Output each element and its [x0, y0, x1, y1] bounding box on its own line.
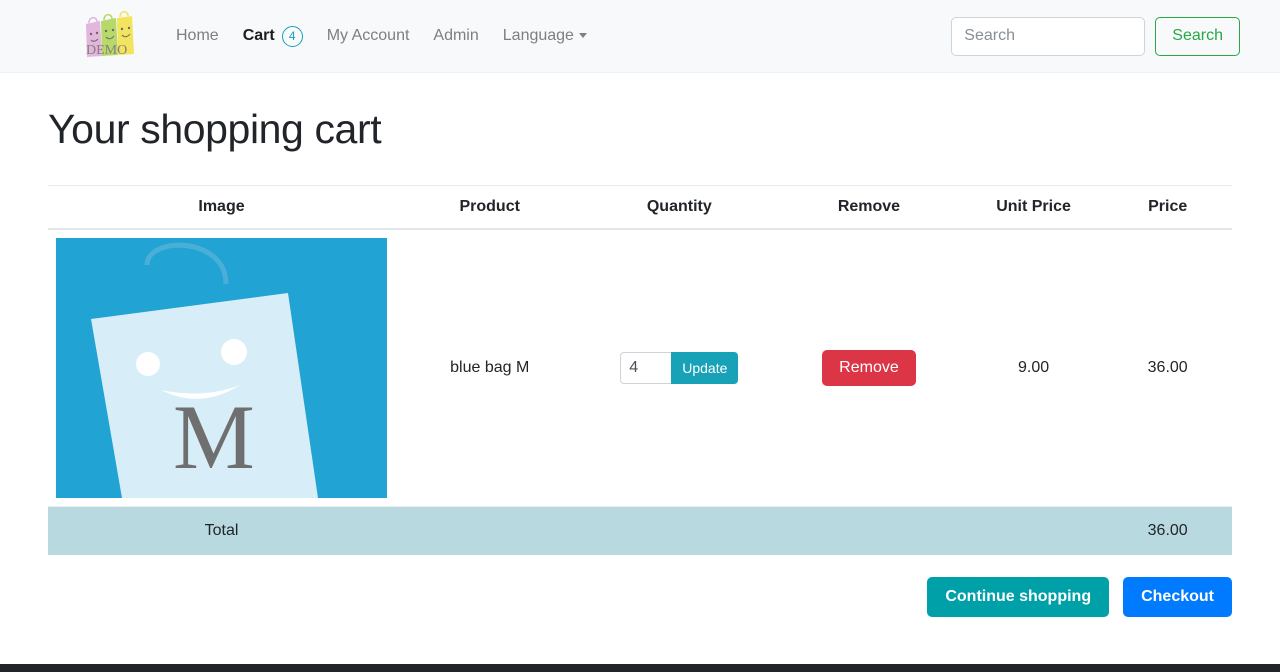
main-container: Your shopping cart Image Product Quantit… [0, 106, 1280, 617]
cart-item-quantity-cell: Update [584, 229, 774, 507]
cart-total-value: 36.00 [1103, 507, 1232, 556]
cart-item-remove-cell: Remove [774, 229, 964, 507]
brand-logo[interactable]: DEMO [82, 10, 138, 62]
blue-shopping-bag-product-image[interactable]: M [56, 238, 387, 498]
cart-item-row: M blue bag M Update Remove 9.00 36.00 [48, 229, 1232, 507]
search-input[interactable] [951, 17, 1145, 56]
cart-item-price: 36.00 [1103, 229, 1232, 507]
cart-total-spacer-unit [964, 507, 1104, 556]
cart-count-badge: 4 [282, 26, 303, 47]
cart-table: Image Product Quantity Remove Unit Price… [48, 185, 1232, 555]
cart-total-row: Total 36.00 [48, 507, 1232, 556]
nav-link-language[interactable]: Language [491, 19, 599, 53]
quantity-input[interactable] [620, 352, 671, 384]
footer-bar [0, 664, 1280, 672]
column-header-remove: Remove [774, 186, 964, 230]
cart-item-image-cell: M [48, 229, 395, 507]
navbar-search-form: Search [951, 17, 1240, 56]
column-header-unit-price: Unit Price [964, 186, 1104, 230]
nav-link-cart[interactable]: Cart 4 [231, 18, 315, 55]
cart-table-header-row: Image Product Quantity Remove Unit Price… [48, 186, 1232, 230]
update-quantity-button[interactable]: Update [671, 352, 738, 384]
cart-total-spacer-product [395, 507, 584, 556]
cart-total-spacer-quantity [584, 507, 774, 556]
quantity-input-group: Update [620, 352, 738, 384]
nav-link-home[interactable]: Home [164, 19, 231, 53]
cart-total-spacer-remove [774, 507, 964, 556]
cart-item-product-name: blue bag M [395, 229, 584, 507]
chevron-down-icon [579, 33, 587, 38]
cart-table-body: M blue bag M Update Remove 9.00 36.00 [48, 229, 1232, 555]
svg-text:DEMO: DEMO [86, 43, 127, 58]
cart-table-head: Image Product Quantity Remove Unit Price… [48, 186, 1232, 230]
nav-link-my-account[interactable]: My Account [315, 19, 422, 53]
search-button[interactable]: Search [1155, 17, 1240, 56]
cart-total-label: Total [48, 507, 395, 556]
column-header-price: Price [1103, 186, 1232, 230]
checkout-button[interactable]: Checkout [1123, 577, 1232, 617]
continue-shopping-button[interactable]: Continue shopping [927, 577, 1109, 617]
top-navbar: DEMO Home Cart 4 My Account Admin Langua… [0, 0, 1280, 73]
shopping-bags-logo-icon: DEMO [82, 10, 138, 62]
cart-actions: Continue shopping Checkout [48, 577, 1232, 617]
nav-link-language-label: Language [503, 27, 574, 44]
nav-links: Home Cart 4 My Account Admin Language [164, 18, 599, 55]
column-header-quantity: Quantity [584, 186, 774, 230]
page-title: Your shopping cart [48, 106, 1232, 153]
product-image-letter: M [173, 386, 255, 488]
remove-item-button[interactable]: Remove [822, 350, 916, 386]
nav-link-cart-label: Cart [243, 27, 275, 45]
column-header-product: Product [395, 186, 584, 230]
cart-item-unit-price: 9.00 [964, 229, 1104, 507]
column-header-image: Image [48, 186, 395, 230]
nav-link-admin[interactable]: Admin [421, 19, 490, 53]
